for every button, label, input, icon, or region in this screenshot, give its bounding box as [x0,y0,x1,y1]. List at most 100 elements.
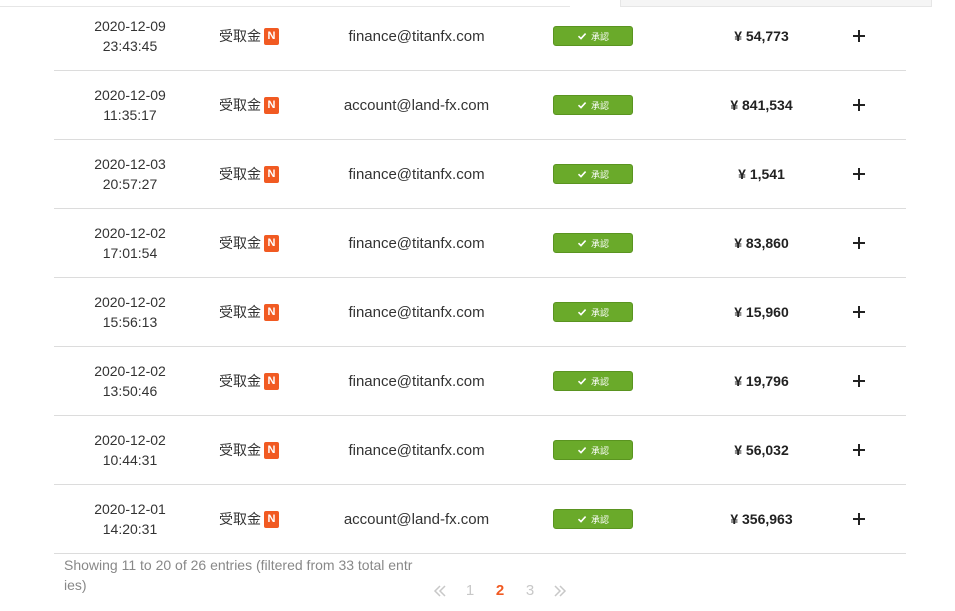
plus-icon[interactable] [852,98,866,112]
email-cell: finance@titanfx.com [348,303,485,321]
status-text: 承認 [590,445,609,456]
table-row: 2020-12-02 17:01:54 受取金 N finance@titanf… [54,209,906,278]
email-cell: finance@titanfx.com [348,234,485,252]
expand-row-button[interactable] [844,278,874,346]
date-text: 2020-12-01 [94,501,166,517]
status-text: 承認 [590,376,609,387]
date-text: 2020-12-03 [94,156,166,172]
status-cell: 承認 [548,416,638,484]
expand-row-button[interactable] [844,71,874,139]
new-badge: N [264,96,279,114]
type-text: 受取金 [219,304,261,320]
status-text: 承認 [590,100,609,111]
transactions-table: 2020-12-09 23:43:45 受取金 N finance@titanf… [54,2,906,554]
amount-cell: ¥ 356,963 [730,511,793,527]
status-text: 承認 [590,514,609,525]
time-text: 15:56:13 [102,314,158,330]
status-badge: 承認 [553,26,633,46]
time-text: 14:20:31 [102,521,158,537]
date-text: 2020-12-02 [94,294,166,310]
plus-icon[interactable] [852,305,866,319]
date-cell: 2020-12-02 13:50:46 [74,347,186,415]
email-cell: finance@titanfx.com [348,27,485,45]
email-cell: finance@titanfx.com [348,441,485,459]
status-text: 承認 [590,169,609,180]
expand-row-button[interactable] [844,2,874,70]
status-cell: 承認 [548,485,638,553]
type-cell: 受取金 N [214,209,284,277]
status-badge: 承認 [553,302,633,322]
status-badge: 承認 [553,371,633,391]
time-text: 13:50:46 [102,383,158,399]
table-row: 2020-12-01 14:20:31 受取金 N account@land-f… [54,485,906,554]
new-badge: N [264,234,279,252]
date-text: 2020-12-02 [94,432,166,448]
email-cell: account@land-fx.com [343,96,490,114]
double-chevron-right-icon[interactable] [553,585,567,597]
new-badge: N [264,27,279,45]
date-cell: 2020-12-09 23:43:45 [74,2,186,70]
date-text: 2020-12-02 [94,225,166,241]
type-cell: 受取金 N [214,347,284,415]
plus-icon[interactable] [852,167,866,181]
page-3-button[interactable]: 3 [515,582,545,599]
status-cell: 承認 [548,278,638,346]
type-cell: 受取金 N [214,278,284,346]
time-text: 10:44:31 [102,452,158,468]
date-cell: 2020-12-02 15:56:13 [74,278,186,346]
status-badge: 承認 [553,440,633,460]
type-text: 受取金 [219,373,261,389]
status-cell: 承認 [548,347,638,415]
amount-cell: ¥ 15,960 [734,304,789,320]
amount-cell: ¥ 1,541 [738,166,785,182]
date-cell: 2020-12-03 20:57:27 [74,140,186,208]
email-cell: account@land-fx.com [343,510,490,528]
expand-row-button[interactable] [844,416,874,484]
plus-icon[interactable] [852,443,866,457]
new-badge: N [264,303,279,321]
page-1-button[interactable]: 1 [455,582,485,599]
status-badge: 承認 [553,164,633,184]
expand-row-button[interactable] [844,209,874,277]
pagination: 1 2 3 [425,578,575,602]
page-2-button[interactable]: 2 [485,582,515,599]
expand-row-button[interactable] [844,347,874,415]
type-text: 受取金 [219,97,261,113]
plus-icon[interactable] [852,512,866,526]
new-badge: N [264,372,279,390]
table-row: 2020-12-02 10:44:31 受取金 N finance@titanf… [54,416,906,485]
status-text: 承認 [590,31,609,42]
status-cell: 承認 [548,140,638,208]
check-icon [577,447,587,454]
table-row: 2020-12-02 13:50:46 受取金 N finance@titanf… [54,347,906,416]
next-page-button[interactable] [545,582,575,599]
email-cell: finance@titanfx.com [348,165,485,183]
status-cell: 承認 [548,71,638,139]
time-text: 11:35:17 [103,107,157,123]
table-info-text: Showing 11 to 20 of 26 entries (filtered… [64,557,413,593]
expand-row-button[interactable] [844,485,874,553]
status-cell: 承認 [548,2,638,70]
type-cell: 受取金 N [214,416,284,484]
amount-cell: ¥ 83,860 [734,235,789,251]
new-badge: N [264,441,279,459]
date-cell: 2020-12-09 11:35:17 [74,71,186,139]
table-row: 2020-12-09 11:35:17 受取金 N account@land-f… [54,71,906,140]
plus-icon[interactable] [852,236,866,250]
amount-cell: ¥ 19,796 [734,373,789,389]
date-text: 2020-12-02 [94,363,166,379]
expand-row-button[interactable] [844,140,874,208]
date-cell: 2020-12-02 10:44:31 [74,416,186,484]
type-text: 受取金 [219,28,261,44]
check-icon [577,171,587,178]
status-text: 承認 [590,238,609,249]
new-badge: N [264,510,279,528]
plus-icon[interactable] [852,29,866,43]
type-cell: 受取金 N [214,140,284,208]
status-cell: 承認 [548,209,638,277]
check-icon [577,102,587,109]
time-text: 20:57:27 [102,176,158,192]
double-chevron-left-icon[interactable] [433,585,447,597]
prev-page-button[interactable] [425,582,455,599]
plus-icon[interactable] [852,374,866,388]
